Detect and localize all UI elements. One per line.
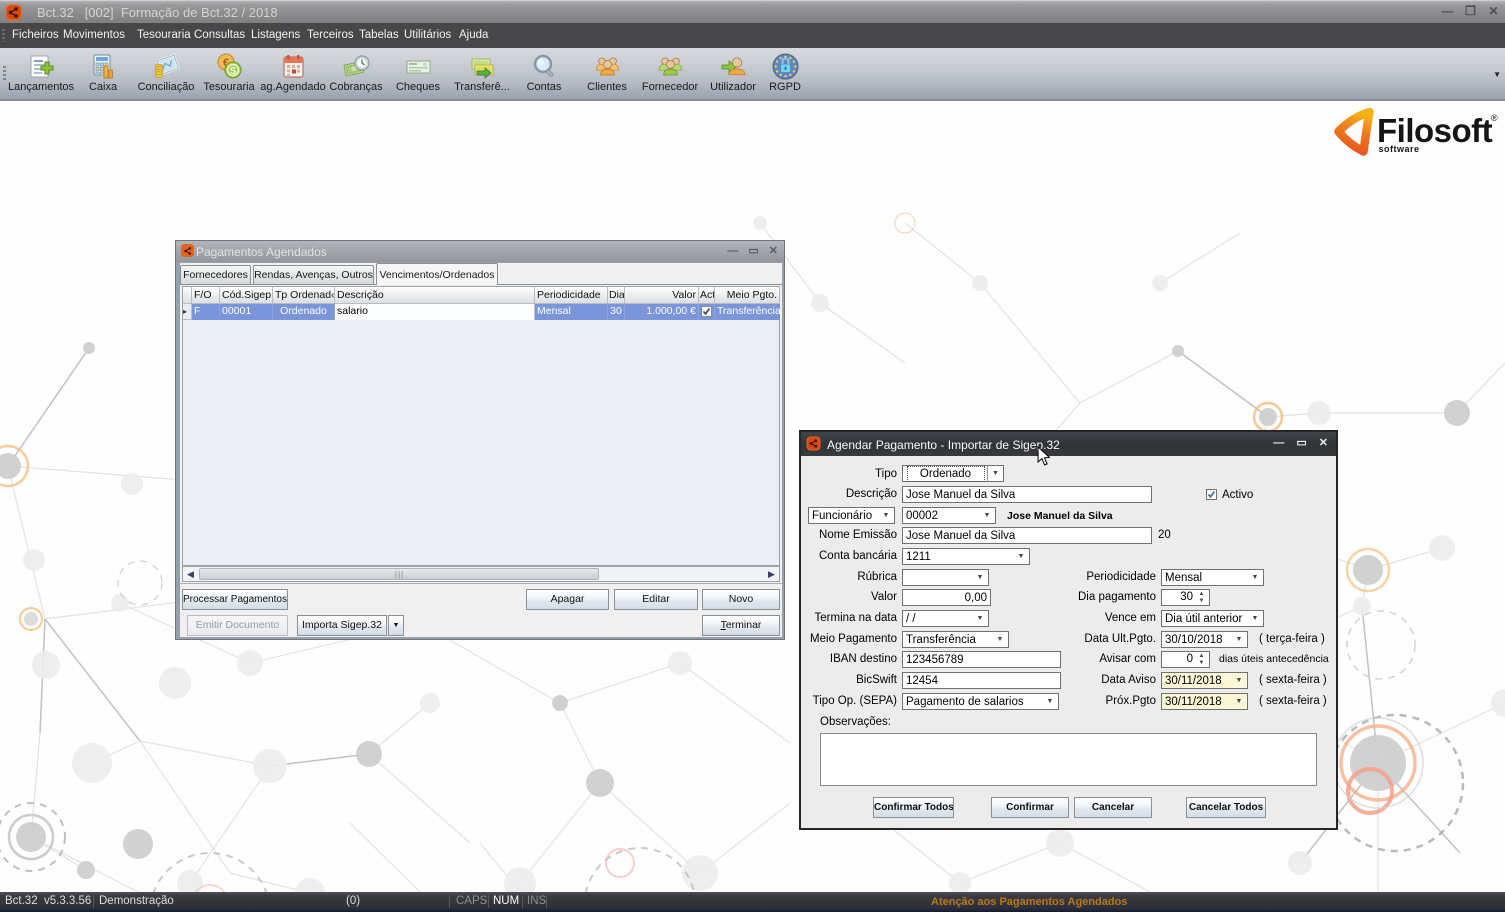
svg-text:®: ® [1491,113,1498,123]
svg-text:S: S [229,66,236,77]
svg-text:software: software [1379,144,1420,154]
